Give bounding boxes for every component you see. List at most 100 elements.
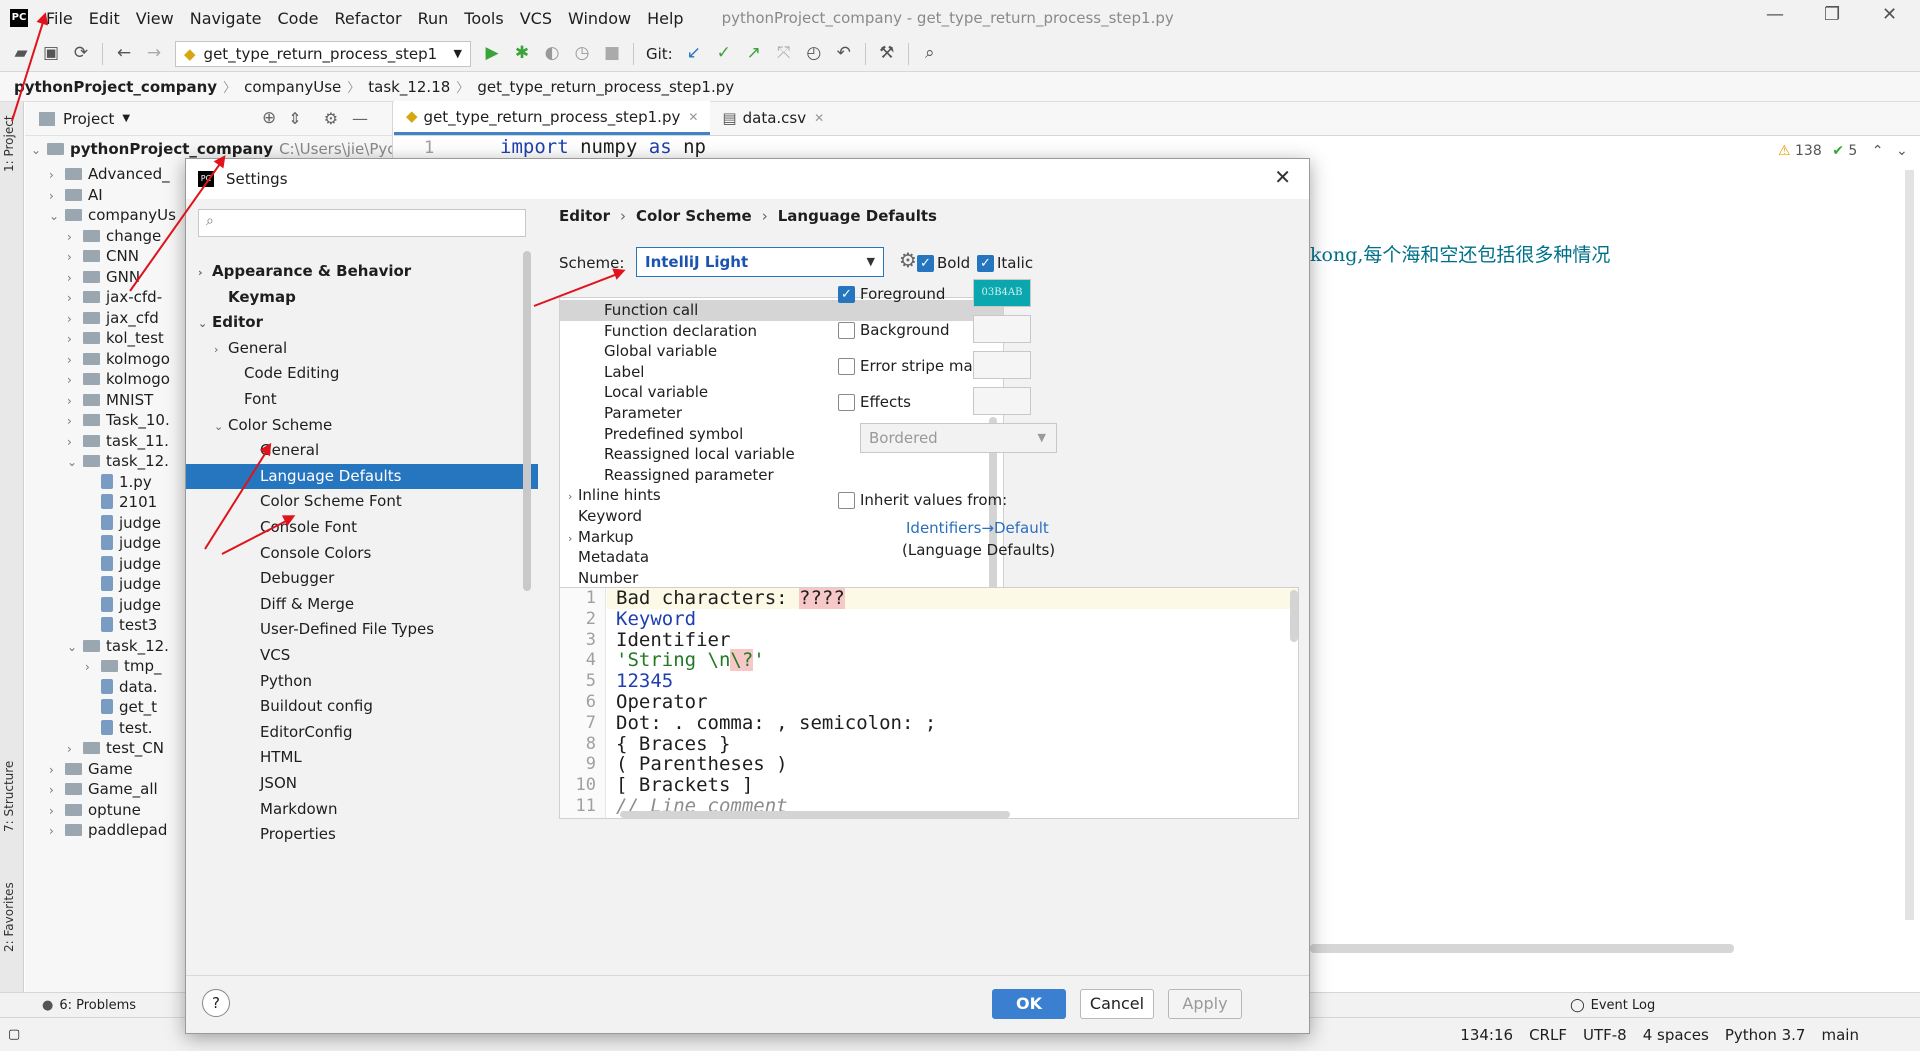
debug-icon[interactable]: ✱ [509, 45, 535, 62]
locate-icon[interactable]: ⊕ [262, 110, 276, 127]
run-icon[interactable]: ▶ [479, 45, 505, 62]
error-stripe-checkbox[interactable] [838, 358, 855, 375]
color-element-item[interactable]: Number [560, 568, 1003, 589]
tree-item[interactable]: › paddlepad [49, 818, 167, 843]
effects-type-select[interactable]: Bordered ▼ [860, 423, 1057, 453]
foreground-color-swatch[interactable]: 03B4AB [973, 279, 1031, 307]
menu-code[interactable]: Code [270, 9, 327, 28]
background-checkbox[interactable] [838, 322, 855, 339]
tab-data-csv[interactable]: ▤ data.csv ✕ [710, 101, 836, 135]
stop-icon[interactable]: ■ [599, 45, 625, 62]
settings-nav-item[interactable]: › General [186, 336, 538, 361]
tool-tab-structure[interactable]: 7: Structure [2, 761, 16, 832]
settings-nav-item[interactable]: VCS [186, 643, 538, 668]
foreground-checkbox[interactable]: ✓ [838, 286, 855, 303]
git-update-icon[interactable]: ↙ [681, 45, 707, 62]
background-color-swatch[interactable] [973, 315, 1031, 343]
save-all-icon[interactable]: ▣ [38, 45, 64, 62]
inspection-widget[interactable]: ⚠ 138 ✔ 5 ⌃ ⌄ [1778, 143, 1908, 159]
settings-nav-item[interactable]: JSON [186, 771, 538, 796]
git-branch[interactable]: main [1821, 1026, 1858, 1044]
profile-icon[interactable]: ◷ [569, 45, 595, 62]
git-merge-icon[interactable]: ⤧ [771, 45, 797, 62]
settings-nav-item[interactable]: Properties [186, 822, 538, 847]
menu-navigate[interactable]: Navigate [182, 9, 270, 28]
tool-tab-problems[interactable]: 6: Problems [59, 998, 136, 1013]
gear-icon[interactable]: ⚙ [324, 110, 338, 127]
inherit-checkbox[interactable] [838, 492, 855, 509]
hide-icon[interactable]: — [352, 110, 368, 127]
settings-nav-item[interactable]: HTML [186, 745, 538, 770]
settings-nav-item[interactable]: Console Font [186, 515, 538, 540]
line-separator[interactable]: CRLF [1529, 1026, 1567, 1044]
back-icon[interactable]: ← [111, 45, 137, 62]
coverage-icon[interactable]: ◐ [539, 45, 565, 62]
project-view-label[interactable]: Project [63, 110, 114, 128]
preview-vertical-scrollbar[interactable] [1290, 590, 1298, 642]
close-tab-icon[interactable]: ✕ [688, 110, 698, 124]
collapse-icon[interactable]: ⇕ [288, 110, 301, 127]
close-icon[interactable]: ✕ [1274, 167, 1291, 187]
color-element-item[interactable]: Local variable [560, 382, 1003, 403]
chevron-up-icon[interactable]: ⌃ [1872, 143, 1884, 159]
settings-nav-item[interactable]: EditorConfig [186, 720, 538, 745]
breadcrumb-file[interactable]: get_type_return_process_step1.py [477, 78, 734, 96]
scheme-select[interactable]: IntelliJ Light ▼ [636, 247, 884, 277]
indent-setting[interactable]: 4 spaces [1643, 1026, 1709, 1044]
minimize-icon[interactable]: — [1766, 6, 1784, 24]
editor-scrollbar[interactable] [1905, 170, 1914, 920]
color-element-item[interactable]: Parameter [560, 403, 1003, 424]
settings-nav-item[interactable]: General [186, 438, 538, 463]
menu-edit[interactable]: Edit [81, 9, 128, 28]
color-element-item[interactable]: Reassigned parameter [560, 465, 1003, 486]
settings-nav-item[interactable]: Python [186, 669, 538, 694]
breadcrumb-folder[interactable]: task_12.18 [368, 78, 450, 96]
settings-breadcrumb-item[interactable]: Editor [559, 207, 610, 225]
breadcrumb-folder[interactable]: companyUse [244, 78, 341, 96]
menu-view[interactable]: View [128, 9, 182, 28]
bold-checkbox[interactable]: ✓ [917, 255, 934, 272]
menu-window[interactable]: Window [560, 9, 639, 28]
cancel-button[interactable]: Cancel [1080, 989, 1154, 1019]
error-stripe-color-swatch[interactable] [973, 351, 1031, 379]
tool-tab-favorites[interactable]: 2: Favorites [2, 882, 16, 952]
settings-nav-item[interactable]: ⌄ Color Scheme [186, 413, 538, 438]
settings-nav-item[interactable]: Buildout config [186, 694, 538, 719]
tool-tab-project[interactable]: 1: Project [2, 115, 16, 172]
apply-button[interactable]: Apply [1168, 989, 1242, 1019]
editor-horizontal-scrollbar[interactable] [1310, 944, 1734, 953]
settings-nav-item[interactable]: Debugger [186, 566, 538, 591]
git-push-icon[interactable]: ↗ [741, 45, 767, 62]
git-commit-icon[interactable]: ✓ [711, 45, 737, 62]
gear-icon[interactable]: ⚙ [899, 250, 917, 270]
nav-scrollbar[interactable] [523, 251, 531, 591]
wrench-icon[interactable]: ⚒ [874, 45, 900, 62]
chevron-down-icon[interactable]: ⌄ [1896, 143, 1908, 159]
layout-icon[interactable]: ▢ [8, 1027, 20, 1042]
settings-nav-item[interactable]: Keymap [186, 285, 538, 310]
search-icon[interactable]: ⌕ [917, 45, 943, 62]
settings-nav-item[interactable]: Markdown [186, 797, 538, 822]
settings-nav-item[interactable]: ⌄ Editor [186, 310, 538, 335]
settings-nav-item[interactable]: › Appearance & Behavior [186, 259, 538, 284]
settings-breadcrumb-item[interactable]: Color Scheme [636, 207, 752, 225]
inherit-link[interactable]: Identifiers→Default [906, 519, 1049, 537]
file-encoding[interactable]: UTF-8 [1583, 1026, 1627, 1044]
preview-horizontal-scrollbar[interactable] [620, 811, 1010, 818]
forward-icon[interactable]: → [141, 45, 167, 62]
run-configuration-select[interactable]: ◆ get_type_return_process_step1 ▼ [175, 40, 471, 67]
close-tab-icon[interactable]: ✕ [814, 111, 824, 125]
menu-help[interactable]: Help [639, 9, 691, 28]
settings-nav-item[interactable]: Diff & Merge [186, 592, 538, 617]
settings-nav-item[interactable]: Language Defaults [186, 463, 538, 489]
help-button[interactable]: ? [202, 989, 230, 1017]
italic-checkbox[interactable]: ✓ [977, 255, 994, 272]
rollback-icon[interactable]: ↶ [831, 45, 857, 62]
chevron-down-icon[interactable]: ▼ [122, 113, 130, 124]
settings-nav-item[interactable]: Font [186, 387, 538, 412]
caret-position[interactable]: 134:16 [1460, 1026, 1513, 1044]
color-element-item[interactable]: Function call [560, 300, 1003, 321]
breadcrumb-project[interactable]: pythonProject_company [14, 78, 217, 96]
tab-get-type-return[interactable]: ◆ get_type_return_process_step1.py ✕ [394, 101, 711, 135]
effects-color-swatch[interactable] [973, 387, 1031, 415]
